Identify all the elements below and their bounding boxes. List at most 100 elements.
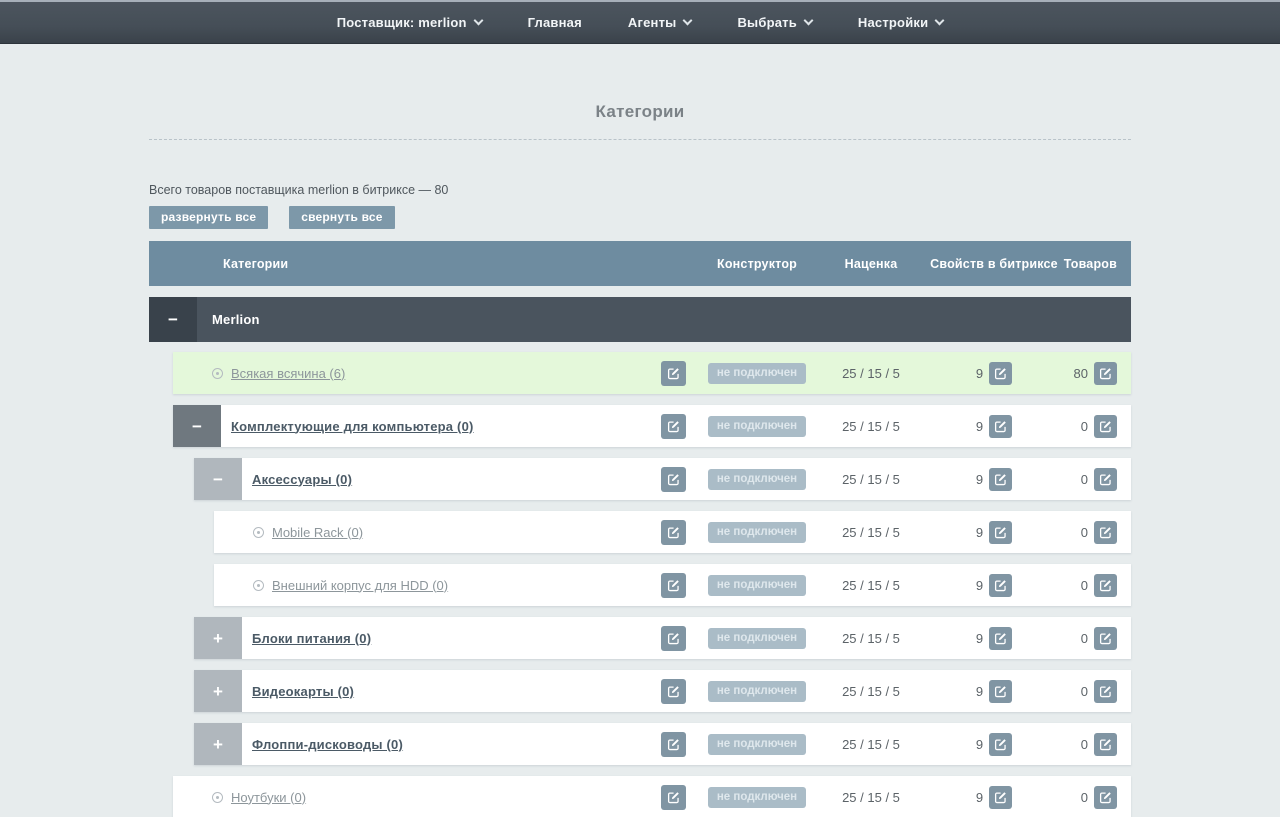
edit-icon (1099, 420, 1112, 433)
edit-category-button[interactable] (661, 414, 686, 439)
category-link[interactable]: Внешний корпус для HDD (0) (272, 578, 448, 593)
leaf-indent (214, 527, 264, 538)
header-props: Свойств в битриксе (925, 257, 1063, 271)
edit-props-button[interactable] (989, 574, 1012, 597)
edit-props-button[interactable] (989, 733, 1012, 756)
edit-icon (667, 367, 680, 380)
products-count: 80 (1074, 366, 1088, 381)
nav-item-label: Выбрать (737, 15, 796, 30)
expand-all-button[interactable]: развернуть все (149, 206, 268, 229)
edit-products-button[interactable] (1094, 680, 1117, 703)
edit-category-button[interactable] (661, 679, 686, 704)
edit-category-button[interactable] (661, 361, 686, 386)
category-marker-icon (253, 527, 264, 538)
edit-props-button[interactable] (989, 627, 1012, 650)
edit-cell (649, 467, 697, 492)
products-cell: 0 (1063, 733, 1131, 756)
markup-cell: 25 / 15 / 5 (817, 578, 925, 593)
edit-products-button[interactable] (1094, 574, 1117, 597)
edit-props-button[interactable] (989, 415, 1012, 438)
category-row: Ноутбуки (0) не подключен25 / 15 / 590 (173, 776, 1131, 817)
category-cell: −Аксессуары (0) (194, 458, 649, 500)
collapse-category-button[interactable]: − (194, 458, 242, 500)
nav-item-agents[interactable]: Агенты (628, 15, 692, 30)
edit-props-button[interactable] (989, 521, 1012, 544)
edit-products-button[interactable] (1094, 733, 1117, 756)
collapse-all-button[interactable]: свернуть все (289, 206, 394, 229)
props-cell: 9 (925, 786, 1063, 809)
edit-category-button[interactable] (661, 626, 686, 651)
constructor-status-badge: не подключен (708, 363, 806, 384)
props-count: 9 (976, 684, 983, 699)
edit-icon (994, 367, 1007, 380)
nav-item-supplier[interactable]: Поставщик: merlion (337, 15, 482, 30)
products-count: 0 (1081, 472, 1088, 487)
edit-icon (667, 526, 680, 539)
row-right-columns: не подключен25 / 15 / 590 (649, 617, 1131, 659)
edit-icon (1099, 473, 1112, 486)
markup-cell: 25 / 15 / 5 (817, 737, 925, 752)
chevron-down-icon (935, 16, 945, 26)
collapse-category-button[interactable]: − (173, 405, 221, 447)
edit-products-button[interactable] (1094, 362, 1117, 385)
markup-cell: 25 / 15 / 5 (817, 631, 925, 646)
edit-cell (649, 679, 697, 704)
category-link[interactable]: Видеокарты (0) (252, 684, 354, 699)
edit-category-button[interactable] (661, 573, 686, 598)
category-row: Внешний корпус для HDD (0) не подключен25… (214, 564, 1131, 606)
edit-products-button[interactable] (1094, 468, 1117, 491)
edit-category-button[interactable] (661, 467, 686, 492)
edit-icon (1099, 632, 1112, 645)
chevron-down-icon (683, 16, 693, 26)
markup-value: 25 / 15 / 5 (842, 737, 900, 752)
category-link[interactable]: Блоки питания (0) (252, 631, 371, 646)
edit-props-button[interactable] (989, 786, 1012, 809)
category-link[interactable]: Аксессуары (0) (252, 472, 352, 487)
products-count: 0 (1081, 684, 1088, 699)
edit-props-button[interactable] (989, 680, 1012, 703)
row-right-columns: не подключен25 / 15 / 590 (649, 776, 1131, 817)
nav-item-home[interactable]: Главная (528, 15, 582, 30)
edit-icon (994, 420, 1007, 433)
header-products: Товаров (1063, 257, 1131, 271)
top-nav: Поставщик: merlion Главная Агенты Выбрать На… (0, 0, 1280, 44)
category-row: Всякая всячина (6) не подключен 25 / 15 / … (173, 352, 1131, 394)
collapse-group-button[interactable]: − (149, 297, 197, 342)
markup-value: 25 / 15 / 5 (842, 366, 900, 381)
props-cell: 9 (925, 680, 1063, 703)
constructor-cell: не подключен (697, 575, 817, 596)
edit-icon (994, 685, 1007, 698)
category-link[interactable]: Ноутбуки (0) (231, 790, 306, 805)
category-link[interactable]: Всякая всячина (6) (231, 366, 345, 381)
edit-products-button[interactable] (1094, 627, 1117, 650)
leaf-indent (214, 580, 264, 591)
edit-category-button[interactable] (661, 785, 686, 810)
category-cell: + Видеокарты (0) (194, 670, 649, 712)
category-rows: Всякая всячина (6)не подключен25 / 15 / … (149, 352, 1131, 817)
edit-category-button[interactable] (661, 732, 686, 757)
nav-item-settings[interactable]: Настройки (858, 15, 943, 30)
edit-props-button[interactable] (989, 468, 1012, 491)
category-link[interactable]: Mobile Rack (0) (272, 525, 363, 540)
nav-item-select[interactable]: Выбрать (737, 15, 811, 30)
category-link[interactable]: Флоппи-дисководы (0) (252, 737, 403, 752)
expand-category-button[interactable]: + (194, 617, 242, 659)
expand-category-button[interactable]: + (194, 670, 242, 712)
edit-products-button[interactable] (1094, 415, 1117, 438)
edit-products-button[interactable] (1094, 786, 1117, 809)
header-right-columns: Конструктор Наценка Свойств в битриксе Т… (649, 241, 1131, 286)
edit-props-button[interactable] (989, 362, 1012, 385)
products-count: 0 (1081, 631, 1088, 646)
edit-icon (667, 685, 680, 698)
edit-icon (1099, 738, 1112, 751)
tree-actions: развернуть все свернуть все (149, 206, 1131, 229)
props-cell: 9 (925, 521, 1063, 544)
expand-category-button[interactable]: + (194, 723, 242, 765)
category-marker-icon (253, 580, 264, 591)
constructor-status-badge: не подключен (708, 522, 806, 543)
markup-value: 25 / 15 / 5 (842, 684, 900, 699)
row-right-columns: не подключен25 / 15 / 5980 (649, 352, 1131, 394)
edit-products-button[interactable] (1094, 521, 1117, 544)
category-link[interactable]: Комплектующие для компьютера (0) (231, 419, 474, 434)
edit-category-button[interactable] (661, 520, 686, 545)
